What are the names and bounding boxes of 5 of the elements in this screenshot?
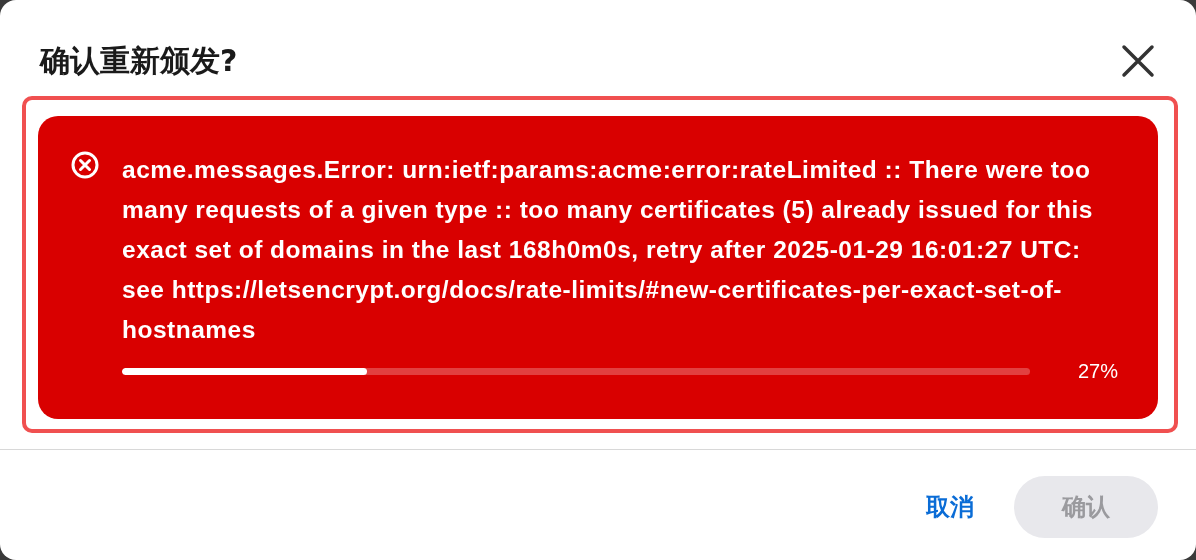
error-icon bbox=[70, 150, 100, 180]
cancel-link[interactable]: 取消 bbox=[926, 491, 974, 523]
progress-percent: 27% bbox=[1076, 360, 1118, 383]
error-message: acme.messages.Error: urn:ietf:params:acme:error:rateLimited :: There were too many requests of a given type :: too many certificates (5) already issued for this exact set of domains in the last 168h0m0s, retry after 2025-01-29 16:01:27 UTC: see https://letsencrypt.org/docs/rate-limits/#new-certificates-per-exact-set-of-hostnames bbox=[122, 155, 1094, 345]
dialog-title: 确认重新颁发? bbox=[40, 41, 238, 80]
